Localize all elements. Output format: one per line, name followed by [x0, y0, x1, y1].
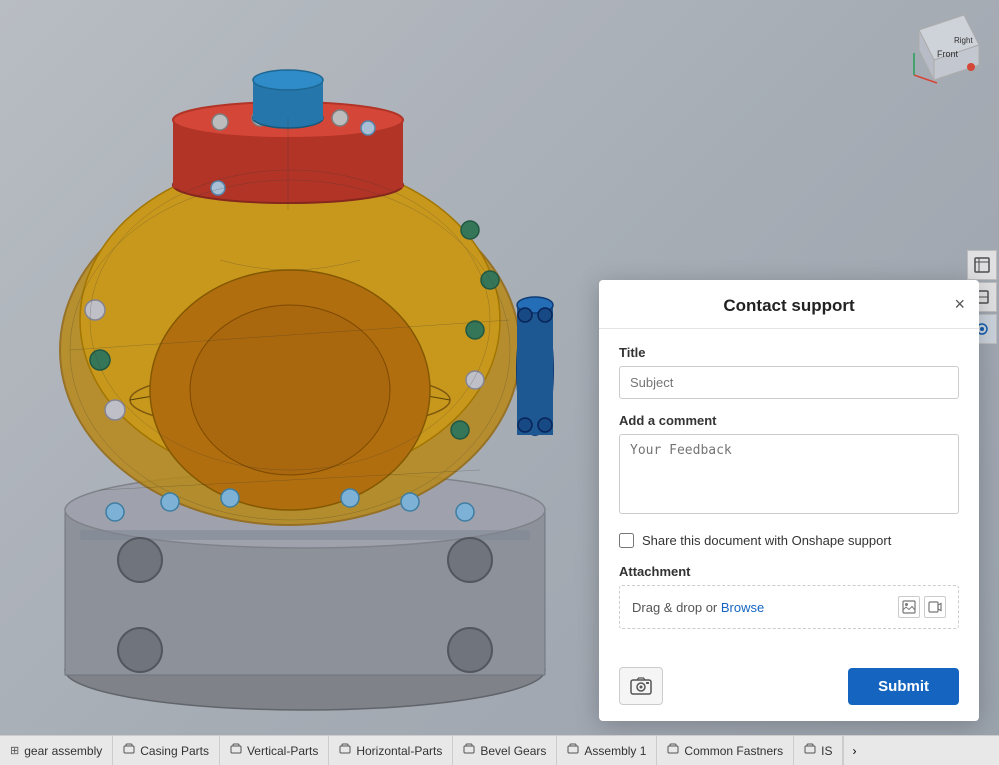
submit-button[interactable]: Submit: [848, 668, 959, 705]
tab-icon-common-fastners: [667, 743, 679, 758]
close-button[interactable]: ×: [954, 295, 965, 313]
attachment-label: Attachment: [619, 564, 959, 579]
tab-icon-bevel-gears: [463, 743, 475, 758]
tab-label-gear-assembly: gear assembly: [24, 744, 102, 758]
tab-label-bevel-gears: Bevel Gears: [480, 744, 546, 758]
tab-label-common-fastners: Common Fastners: [684, 744, 783, 758]
attachment-drop-zone[interactable]: Drag & drop or Browse: [619, 585, 959, 629]
tab-horizontal-parts[interactable]: Horizontal-Parts: [329, 736, 453, 765]
dialog-body: Title Add a comment Share this document …: [599, 329, 979, 659]
share-checkbox[interactable]: [619, 533, 634, 548]
tab-label-vertical-parts: Vertical-Parts: [247, 744, 318, 758]
tab-label-assembly-1: Assembly 1: [584, 744, 646, 758]
tab-icon-is: [804, 743, 816, 758]
tab-icon-assembly-1: [567, 743, 579, 758]
tab-icon-horizontal-parts: [339, 743, 351, 758]
tab-icon-casing-parts: [123, 743, 135, 758]
screenshot-button[interactable]: [619, 667, 663, 705]
tab-gear-assembly[interactable]: ⊞ gear assembly: [0, 736, 113, 765]
tab-assembly-1[interactable]: Assembly 1: [557, 736, 657, 765]
dialog-header: Contact support ×: [599, 280, 979, 329]
tab-vertical-parts[interactable]: Vertical-Parts: [220, 736, 329, 765]
tab-label-is: IS: [821, 744, 832, 758]
drag-drop-text: Drag & drop or Browse: [632, 600, 764, 615]
share-checkbox-row: Share this document with Onshape support: [619, 533, 959, 548]
dialog-title: Contact support: [723, 296, 854, 315]
image-icon: [898, 596, 920, 618]
title-input[interactable]: [619, 366, 959, 399]
tab-casing-parts[interactable]: Casing Parts: [113, 736, 220, 765]
video-icon: [924, 596, 946, 618]
tab-bar: ⊞ gear assembly Casing Parts Vertical-Pa…: [0, 735, 999, 765]
tab-label-horizontal-parts: Horizontal-Parts: [356, 744, 442, 758]
tab-scroll-right[interactable]: ›: [843, 736, 864, 765]
tab-icon-vertical-parts: [230, 743, 242, 758]
comment-label: Add a comment: [619, 413, 959, 428]
title-label: Title: [619, 345, 959, 360]
tab-label-casing-parts: Casing Parts: [140, 744, 209, 758]
tab-is[interactable]: IS: [794, 736, 843, 765]
tab-common-fastners[interactable]: Common Fastners: [657, 736, 794, 765]
tab-bevel-gears[interactable]: Bevel Gears: [453, 736, 557, 765]
tab-icon-gear-assembly: ⊞: [10, 744, 19, 757]
contact-support-dialog: Contact support × Title Add a comment Sh…: [599, 280, 979, 721]
comment-textarea[interactable]: [619, 434, 959, 514]
browse-link[interactable]: Browse: [721, 600, 764, 615]
dialog-footer: Submit: [599, 659, 979, 721]
attachment-icons: [898, 596, 946, 618]
share-label: Share this document with Onshape support: [642, 533, 891, 548]
